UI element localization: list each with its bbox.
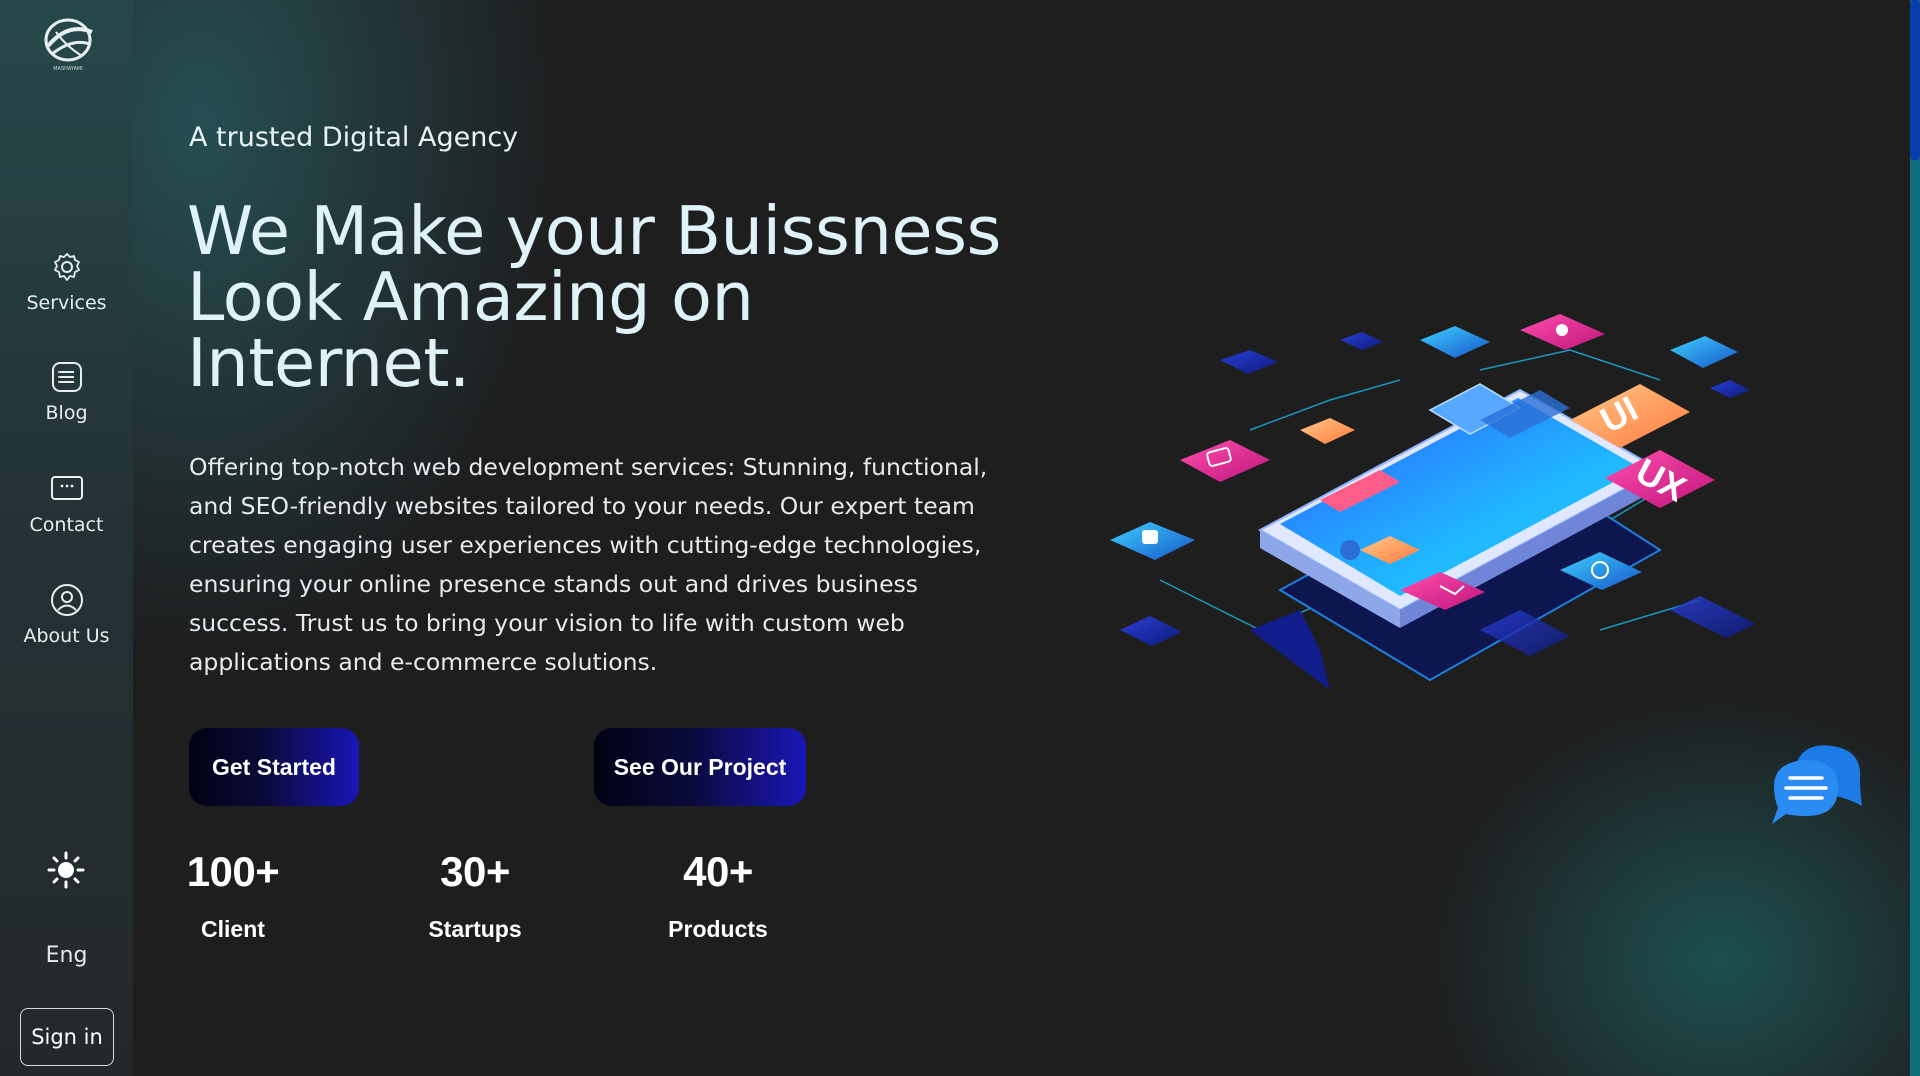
sidebar-item-contact[interactable]: Contact: [0, 472, 133, 536]
stat-value: 100+: [186, 848, 280, 895]
page-scrollbar[interactable]: [1910, 0, 1920, 1076]
stat-label: Products: [668, 916, 768, 942]
list-icon: [50, 360, 84, 394]
stat-products: 40+ Products: [658, 848, 778, 943]
svg-text:MASHAYAMI: MASHAYAMI: [53, 66, 83, 72]
stat-label: Client: [201, 916, 265, 942]
user-icon: [50, 583, 84, 617]
sidebar-item-label: Contact: [29, 514, 104, 536]
stat-startups: 30+ Startups: [415, 848, 535, 943]
brand-logo[interactable]: MASHAYAMI: [38, 16, 98, 72]
gear-icon: [50, 250, 84, 284]
sidebar-item-label: About Us: [23, 625, 110, 647]
language-selector[interactable]: Eng: [0, 943, 133, 968]
stat-label: Startups: [428, 916, 522, 942]
sidebar: MASHAYAMI Services Blog Contact About Us…: [0, 0, 133, 1076]
sidebar-item-label: Services: [26, 292, 107, 314]
stat-value: 30+: [440, 848, 510, 895]
sun-icon[interactable]: [46, 850, 86, 890]
get-started-button[interactable]: Get Started: [189, 728, 359, 806]
stat-clients: 100+ Client: [183, 848, 283, 943]
scrollbar-thumb[interactable]: [1910, 0, 1920, 160]
see-our-project-button[interactable]: See Our Project: [594, 728, 806, 806]
hero-headline: We Make your Buissness Look Amazing on I…: [187, 192, 1001, 402]
hero-description: Offering top-notch web development servi…: [189, 453, 988, 676]
chat-icon[interactable]: [1764, 734, 1874, 844]
hero-illustration: UI UX: [1100, 310, 1800, 790]
sidebar-item-about-us[interactable]: About Us: [0, 583, 133, 647]
message-icon: [50, 472, 84, 506]
hero-tagline: A trusted Digital Agency: [189, 122, 519, 153]
sidebar-item-services[interactable]: Services: [0, 250, 133, 314]
stat-value: 40+: [683, 848, 753, 895]
sidebar-item-blog[interactable]: Blog: [0, 360, 133, 424]
sign-in-button[interactable]: Sign in: [20, 1008, 114, 1066]
sidebar-item-label: Blog: [45, 402, 88, 424]
